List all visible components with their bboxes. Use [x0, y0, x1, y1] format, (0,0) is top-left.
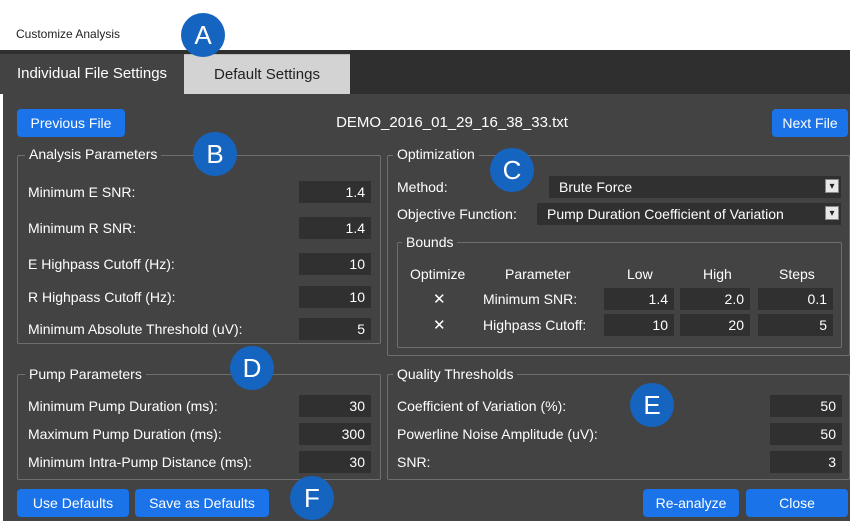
chevron-down-icon[interactable]: ▾ — [825, 206, 839, 220]
e-highpass-label: E Highpass Cutoff (Hz): — [28, 256, 175, 272]
callout-a: A — [181, 13, 225, 57]
min-e-snr-label: Minimum E SNR: — [28, 184, 136, 200]
bounds-title: Bounds — [402, 234, 458, 250]
callout-e: E — [630, 383, 674, 427]
min-intra-pump-distance-input[interactable]: 30 — [299, 451, 371, 473]
callout-f: F — [290, 476, 334, 520]
filename-label: DEMO_2016_01_29_16_38_33.txt — [336, 114, 568, 131]
min-intra-pump-distance-label: Minimum Intra-Pump Distance (ms): — [28, 454, 253, 470]
min-snr-low-input[interactable]: 1.4 — [604, 288, 674, 310]
optimize-highpass-checkbox[interactable]: ✕ — [433, 316, 446, 334]
bounds-header-steps: Steps — [779, 266, 815, 282]
pump-parameters-title: Pump Parameters — [25, 366, 146, 382]
min-r-snr-label: Minimum R SNR: — [28, 220, 137, 236]
coeff-variation-label: Coefficient of Variation (%): — [397, 398, 567, 414]
tab-individual-file-settings[interactable]: Individual File Settings — [0, 54, 184, 94]
use-defaults-button[interactable]: Use Defaults — [17, 489, 129, 517]
min-snr-high-input[interactable]: 2.0 — [680, 288, 750, 310]
tab-default-settings[interactable]: Default Settings — [184, 54, 350, 95]
method-select-value: Brute Force — [559, 179, 633, 195]
bounds-param-min-snr: Minimum SNR: — [483, 291, 578, 307]
bounds-header-optimize: Optimize — [410, 266, 466, 282]
r-highpass-input[interactable]: 10 — [299, 286, 371, 308]
title-bar: Customize Analysis — [0, 0, 850, 50]
snr-input[interactable]: 3 — [770, 451, 842, 473]
powerline-noise-input[interactable]: 50 — [770, 423, 842, 445]
min-abs-threshold-input[interactable]: 5 — [299, 318, 371, 340]
max-pump-duration-label: Maximum Pump Duration (ms): — [28, 426, 222, 442]
min-abs-threshold-label: Minimum Absolute Threshold (uV): — [28, 321, 243, 337]
method-select[interactable]: Brute Force ▾ — [549, 176, 841, 198]
objective-function-select[interactable]: Pump Duration Coefficient of Variation ▾ — [537, 203, 841, 225]
min-e-snr-input[interactable]: 1.4 — [299, 181, 371, 203]
highpass-high-input[interactable]: 20 — [680, 314, 750, 336]
close-button[interactable]: Close — [746, 489, 848, 517]
bounds-header-parameter: Parameter — [505, 266, 571, 282]
optimization-title: Optimization — [393, 146, 479, 162]
reanalyze-button[interactable]: Re-analyze — [643, 489, 739, 517]
objective-function-label: Objective Function: — [397, 206, 517, 222]
save-as-defaults-button[interactable]: Save as Defaults — [135, 489, 269, 517]
tab-bar: Individual File Settings Default Setting… — [0, 50, 850, 95]
quality-thresholds-title: Quality Thresholds — [393, 366, 518, 382]
coeff-variation-input[interactable]: 50 — [770, 395, 842, 417]
previous-file-button[interactable]: Previous File — [17, 109, 125, 137]
analysis-parameters-title: Analysis Parameters — [25, 146, 162, 162]
window-title: Customize Analysis — [16, 27, 121, 41]
callout-d: D — [230, 346, 274, 390]
bounds-header-low: Low — [627, 266, 653, 282]
min-snr-steps-input[interactable]: 0.1 — [758, 288, 833, 310]
min-pump-duration-input[interactable]: 30 — [299, 395, 371, 417]
highpass-steps-input[interactable]: 5 — [758, 314, 833, 336]
callout-b: B — [193, 132, 237, 176]
bounds-header-high: High — [703, 266, 732, 282]
snr-label: SNR: — [397, 454, 431, 470]
powerline-noise-label: Powerline Noise Amplitude (uV): — [397, 426, 598, 442]
min-r-snr-input[interactable]: 1.4 — [299, 217, 371, 239]
highpass-low-input[interactable]: 10 — [604, 314, 674, 336]
r-highpass-label: R Highpass Cutoff (Hz): — [28, 289, 176, 305]
next-file-button[interactable]: Next File — [772, 109, 848, 137]
bounds-param-highpass: Highpass Cutoff: — [483, 317, 587, 333]
optimize-min-snr-checkbox[interactable]: ✕ — [433, 290, 446, 308]
method-label: Method: — [397, 179, 448, 195]
min-pump-duration-label: Minimum Pump Duration (ms): — [28, 398, 218, 414]
e-highpass-input[interactable]: 10 — [299, 253, 371, 275]
chevron-down-icon[interactable]: ▾ — [825, 179, 839, 193]
max-pump-duration-input[interactable]: 300 — [299, 423, 371, 445]
callout-c: C — [490, 148, 534, 192]
objective-function-value: Pump Duration Coefficient of Variation — [547, 206, 784, 222]
